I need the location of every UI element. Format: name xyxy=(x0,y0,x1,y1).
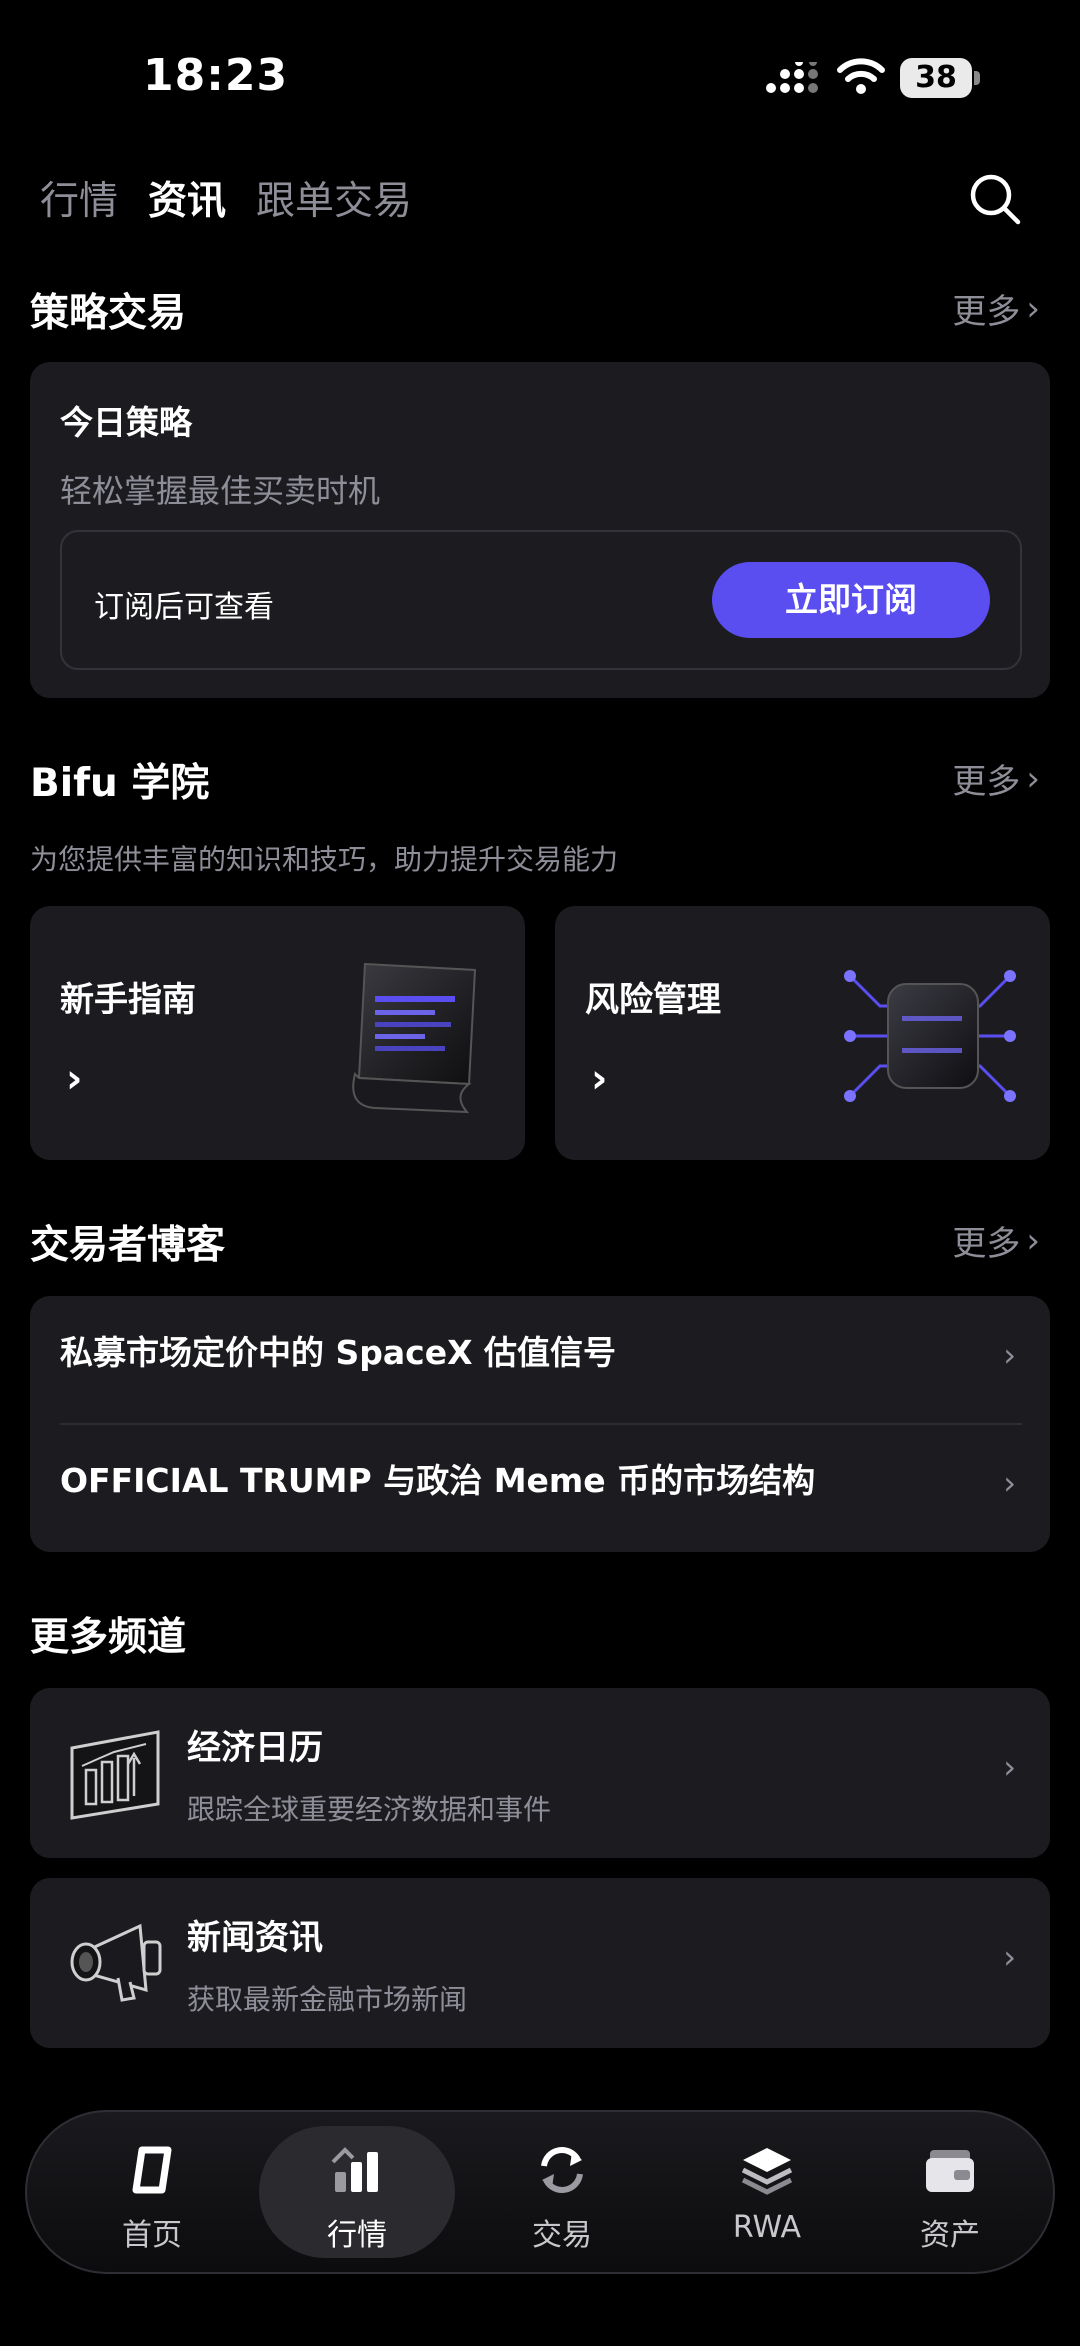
academy-card-beginner-guide[interactable]: 新手指南 › xyxy=(30,906,525,1160)
channel-subtitle: 跟踪全球重要经济数据和事件 xyxy=(187,1793,552,1826)
channel-news[interactable]: 新闻资讯 获取最新金融市场新闻 › xyxy=(30,1878,1050,2048)
bottom-nav: 首页 行情 交易 RWA 资产 xyxy=(25,2110,1055,2274)
blog-item-title: OFFICIAL TRUMP 与政治 Meme 币的市场结构 xyxy=(60,1461,816,1500)
channel-title: 经济日历 xyxy=(187,1728,323,1768)
home-icon xyxy=(132,2146,172,2194)
search-icon[interactable] xyxy=(968,172,1022,226)
strategy-card: 今日策略 轻松掌握最佳买卖时机 订阅后可查看 立即订阅 xyxy=(30,362,1050,698)
channel-subtitle: 获取最新金融市场新闻 xyxy=(187,1983,468,2016)
trade-icon xyxy=(541,2147,583,2193)
chevron-right-icon: › xyxy=(1026,758,1040,799)
status-time: 18:23 xyxy=(143,50,289,101)
strategy-card-subtitle: 轻松掌握最佳买卖时机 xyxy=(60,472,381,510)
subscribe-box: 订阅后可查看 立即订阅 xyxy=(60,530,1022,670)
chevron-right-icon: › xyxy=(1026,288,1040,329)
blog-more-link[interactable]: 更多 › xyxy=(952,1216,1040,1265)
chevron-right-icon: › xyxy=(1026,1220,1040,1261)
nav-label: 首页 xyxy=(122,2218,182,2253)
chart-board-icon xyxy=(70,1730,160,1820)
academy-card-label: 新手指南 xyxy=(60,980,196,1020)
blog-item-title: 私募市场定价中的 SpaceX 估值信号 xyxy=(60,1333,617,1372)
academy-section-title: Bifu 学院 xyxy=(30,761,210,806)
chevron-right-icon: › xyxy=(1003,1336,1016,1374)
status-bar: 18:23 38 xyxy=(0,0,1080,150)
chevron-right-icon: › xyxy=(1003,1464,1016,1502)
nav-market[interactable]: 行情 xyxy=(259,2112,455,2276)
wallet-icon xyxy=(926,2150,974,2192)
academy-card-risk-management[interactable]: 风险管理 › xyxy=(555,906,1050,1160)
nav-trade[interactable]: 交易 xyxy=(467,2112,657,2276)
cellular-signal-icon xyxy=(766,62,818,93)
nav-label: 资产 xyxy=(920,2218,980,2253)
academy-description: 为您提供丰富的知识和技巧，助力提升交易能力 xyxy=(30,843,619,876)
chevron-right-icon: › xyxy=(66,1056,83,1102)
tab-news[interactable]: 资讯 xyxy=(148,170,226,226)
subscribe-hint: 订阅后可查看 xyxy=(94,590,274,625)
more-label: 更多 xyxy=(952,292,1021,332)
nav-label: 交易 xyxy=(532,2218,592,2253)
channel-title: 新闻资讯 xyxy=(187,1918,323,1958)
academy-more-link[interactable]: 更多 › xyxy=(952,754,1040,803)
wifi-icon xyxy=(837,58,885,94)
nav-home[interactable]: 首页 xyxy=(57,2112,247,2276)
academy-card-label: 风险管理 xyxy=(585,980,721,1020)
tab-copy-trading[interactable]: 跟单交易 xyxy=(256,170,412,226)
nav-label: 行情 xyxy=(327,2218,387,2253)
chip-icon xyxy=(844,970,1016,1102)
channel-economic-calendar[interactable]: 经济日历 跟踪全球重要经济数据和事件 › xyxy=(30,1688,1050,1858)
nav-label: RWA xyxy=(732,2210,802,2245)
battery-icon: 38 xyxy=(900,58,980,98)
blog-section-title: 交易者博客 xyxy=(30,1223,226,1268)
chevron-right-icon: › xyxy=(1003,1748,1016,1786)
scroll-icon xyxy=(352,962,477,1114)
more-label: 更多 xyxy=(952,1224,1021,1264)
subscribe-button[interactable]: 立即订阅 xyxy=(712,562,990,638)
rwa-icon xyxy=(741,2148,793,2195)
blog-card: 私募市场定价中的 SpaceX 估值信号 › OFFICIAL TRUMP 与政… xyxy=(30,1296,1050,1552)
tab-market[interactable]: 行情 xyxy=(40,170,118,226)
blog-item[interactable]: OFFICIAL TRUMP 与政治 Meme 币的市场结构 › xyxy=(30,1424,1050,1552)
chevron-right-icon: › xyxy=(1003,1938,1016,1976)
top-tabs: 行情 资讯 跟单交易 xyxy=(40,170,412,226)
nav-assets[interactable]: 资产 xyxy=(855,2112,1045,2276)
chevron-right-icon: › xyxy=(591,1056,608,1102)
channels-section-title: 更多频道 xyxy=(30,1615,187,1660)
battery-level: 38 xyxy=(915,60,957,95)
more-label: 更多 xyxy=(952,762,1021,802)
strategy-card-title: 今日策略 xyxy=(60,403,192,442)
blog-item[interactable]: 私募市场定价中的 SpaceX 估值信号 › xyxy=(30,1296,1050,1424)
strategy-more-link[interactable]: 更多 › xyxy=(952,284,1040,333)
nav-rwa[interactable]: RWA xyxy=(672,2112,862,2276)
megaphone-icon xyxy=(70,1923,162,2002)
strategy-section-title: 策略交易 xyxy=(30,291,187,336)
market-icon xyxy=(331,2147,378,2192)
